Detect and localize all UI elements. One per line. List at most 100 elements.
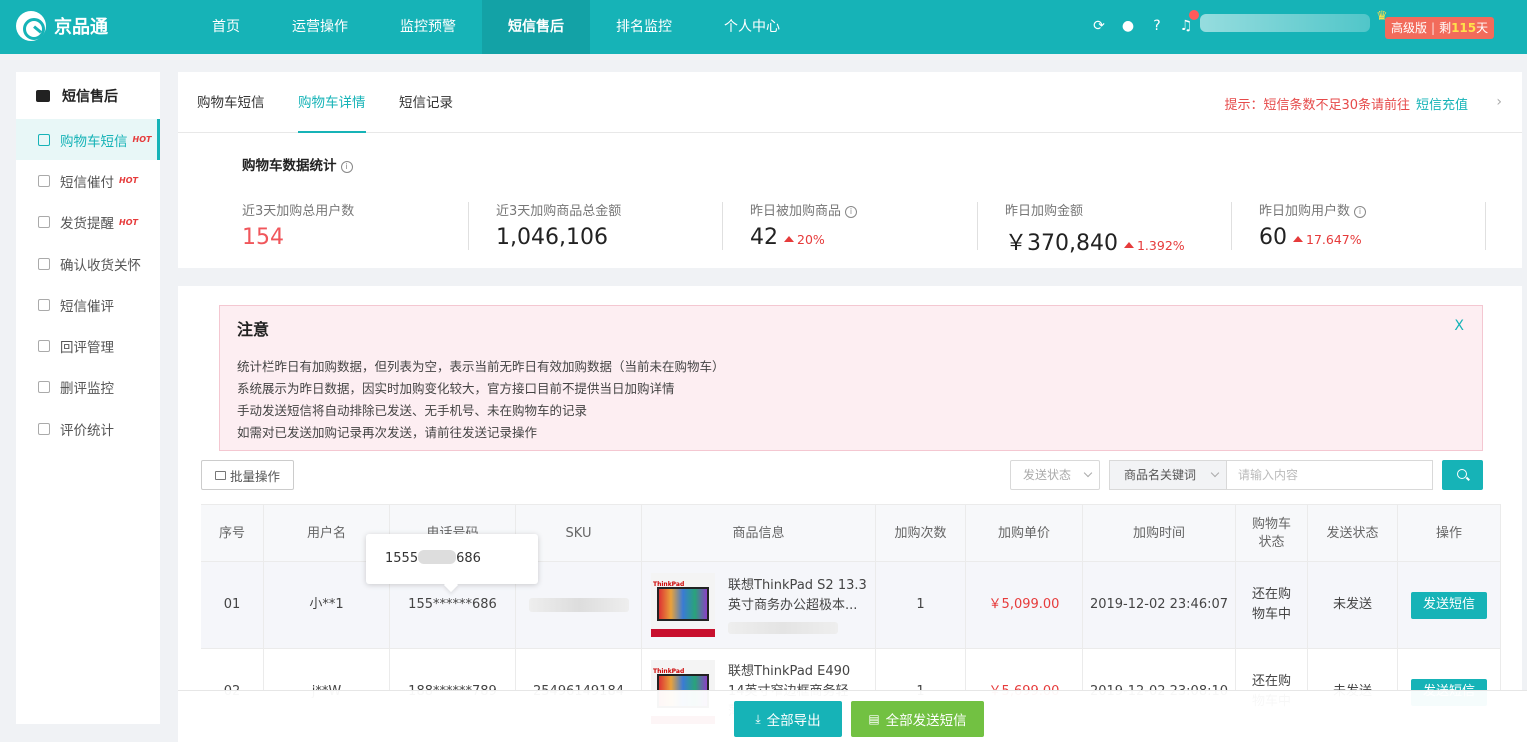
sidebar-item-review-stats[interactable]: 评价统计 [16, 408, 160, 449]
recharge-tip: 提示：短信条数不足30条请前往 短信充值 [1224, 94, 1468, 113]
col-cart-status: 购物车状态 [1236, 505, 1308, 562]
search-button[interactable] [1442, 460, 1483, 490]
product-image[interactable]: ThinkPad [651, 573, 715, 637]
bottom-action-bar: ⤓ 全部导出 ▤ 全部发送短信 [178, 690, 1527, 742]
sidebar: 短信售后 购物车短信 HOT 短信催付 HOT 发货提醒 HOT 确认收货关怀 … [16, 72, 160, 724]
send-status-placeholder: 发送状态 [1023, 468, 1072, 482]
stat-delta: 1.392% [1124, 238, 1185, 253]
stat-value: 60 17.647% [1259, 225, 1366, 250]
tab-sms-records[interactable]: 短信记录 [399, 72, 453, 133]
stat-label-text: 昨日被加购商品 [750, 204, 842, 219]
refresh-icon[interactable]: ⟳ [1090, 17, 1108, 35]
info-icon[interactable]: i [845, 206, 858, 218]
nav-ranking[interactable]: 排名监控 [590, 0, 698, 54]
send-sms-button[interactable]: 发送短信 [1411, 591, 1487, 619]
chevron-down-icon [1210, 468, 1220, 478]
product-name[interactable]: 联想ThinkPad S2 13.3英寸商务办公超极本... [728, 576, 868, 616]
stat-delta: 20% [784, 232, 825, 247]
search-input[interactable] [1226, 460, 1433, 490]
nav-operations[interactable]: 运营操作 [266, 0, 374, 54]
main-nav: 首页 运营操作 监控预警 短信售后 排名监控 个人中心 [186, 0, 806, 54]
stats-card: 购物车短信 购物车详情 短信记录 提示：短信条数不足30条请前往 短信充值 › 购… [178, 72, 1522, 268]
keyword-type-select[interactable]: 商品名关键词 [1109, 460, 1227, 490]
stat-3day-amount: 近3天加购商品总金额 1,046,106 [496, 200, 621, 250]
cell-count: 1 [876, 562, 966, 648]
vip-badge[interactable]: 高级版 | 剩115天 [1385, 17, 1495, 39]
sidebar-item-delete-monitor[interactable]: 删评监控 [16, 367, 160, 408]
message-icon [36, 89, 50, 102]
tab-cart-details[interactable]: 购物车详情 [298, 72, 366, 133]
recharge-link[interactable]: 短信充值 [1416, 98, 1468, 113]
sidebar-item-label: 回评管理 [60, 340, 114, 357]
help-icon[interactable]: ? [1148, 17, 1166, 35]
sidebar-item-label: 短信催付 [60, 174, 114, 191]
logo[interactable]: 京品通 [16, 11, 108, 41]
nav-monitoring[interactable]: 监控预警 [374, 0, 482, 54]
popover-prefix: 1555 [385, 551, 419, 566]
stat-delta: 17.647% [1293, 232, 1362, 247]
sidebar-item-receipt-care[interactable]: 确认收货关怀 [16, 243, 160, 284]
stat-yesterday-amount: 昨日加购金额 ￥370,840 1.392% [1005, 200, 1185, 256]
info-icon[interactable]: i [340, 161, 353, 173]
sidebar-item-cart-sms[interactable]: 购物车短信 HOT [16, 119, 160, 161]
main-card: 注意 X 统计栏昨日有加购数据，但列表为空，表示当前无昨日有效加购数据（当前未在… [178, 286, 1522, 742]
user-info-blurred[interactable] [1200, 14, 1370, 32]
col-price: 加购单价 [966, 505, 1083, 562]
stat-label: 昨日加购用户数 i [1259, 200, 1367, 219]
sidebar-item-review-reminder[interactable]: 短信催评 [16, 284, 160, 325]
stat-value-text: 60 [1259, 225, 1287, 250]
logo-icon [16, 11, 46, 41]
notice-line: 统计栏昨日有加购数据，但列表为空，表示当前无昨日有效加购数据（当前未在购物车） [237, 359, 725, 374]
col-send-status: 发送状态 [1308, 505, 1398, 562]
cell-cart-status: 还在购物车中 [1236, 562, 1308, 648]
sidebar-title-text: 短信售后 [62, 88, 118, 105]
phone-popover: 1555 686 [366, 534, 538, 584]
truck-icon [38, 216, 50, 229]
nav-sms-aftersale[interactable]: 短信售后 [482, 0, 590, 54]
notice-line: 系统展示为昨日数据，因实时加购变化较大，官方接口目前不提供当日加购详情 [237, 381, 675, 396]
close-icon[interactable]: X [1454, 318, 1464, 334]
stat-value-text: 42 [750, 225, 778, 250]
sidebar-item-reply-management[interactable]: 回评管理 [16, 325, 160, 366]
stat-divider [468, 202, 469, 250]
batch-operation-button[interactable]: 批量操作 [201, 460, 294, 490]
tab-cart-sms[interactable]: 购物车短信 [197, 72, 265, 133]
stat-value: 154 [242, 225, 284, 250]
col-index: 序号 [201, 505, 264, 562]
col-action: 操作 [1398, 505, 1501, 562]
top-navbar: 京品通 首页 运营操作 监控预警 短信售后 排名监控 个人中心 ⟳ ● ? ♫ … [0, 0, 1527, 54]
sidebar-item-shipping-reminder[interactable]: 发货提醒 HOT [16, 202, 160, 243]
export-all-button[interactable]: ⤓ 全部导出 [734, 701, 842, 737]
stat-divider [722, 202, 723, 250]
popover-blurred [418, 550, 457, 564]
sidebar-item-label: 购物车短信 [60, 133, 128, 150]
info-icon[interactable]: i [1354, 206, 1367, 218]
notice-line: 手动发送短信将自动排除已发送、无手机号、未在购物车的记录 [237, 403, 588, 418]
send-all-sms-button[interactable]: ▤ 全部发送短信 [851, 701, 984, 737]
nav-home[interactable]: 首页 [186, 0, 266, 54]
logo-text: 京品通 [54, 17, 108, 38]
stat-label: 近3天加购商品总金额 [496, 204, 622, 219]
stat-label: 近3天加购总用户数 [242, 204, 355, 219]
cell-index: 01 [201, 562, 264, 648]
popover-suffix: 686 [456, 551, 481, 566]
sidebar-item-payment-reminder[interactable]: 短信催付 HOT [16, 160, 160, 201]
stat-value: ￥370,840 1.392% [1005, 225, 1185, 257]
notice-line: 如需对已发送加购记录再次发送，请前往发送记录操作 [237, 425, 538, 440]
stat-yesterday-users: 昨日加购用户数 i 60 17.647% [1259, 200, 1367, 250]
nav-personal[interactable]: 个人中心 [698, 0, 806, 54]
folder-icon [214, 470, 226, 480]
hot-badge: HOT [119, 176, 138, 186]
col-count: 加购次数 [876, 505, 966, 562]
document-icon: ▤ [868, 712, 880, 726]
sidebar-item-label: 删评监控 [60, 381, 114, 398]
chart-icon [38, 422, 50, 435]
notice-title: 注意 [237, 320, 270, 339]
cell-price: ￥5,099.00 [966, 562, 1083, 648]
bell-icon [38, 174, 50, 187]
notification-icon[interactable]: ● [1119, 17, 1137, 35]
hot-badge: HOT [132, 135, 152, 145]
send-status-select[interactable]: 发送状态 [1010, 460, 1100, 490]
sidebar-item-label: 发货提醒 [60, 216, 114, 233]
chevron-right-icon[interactable]: › [1496, 94, 1502, 110]
